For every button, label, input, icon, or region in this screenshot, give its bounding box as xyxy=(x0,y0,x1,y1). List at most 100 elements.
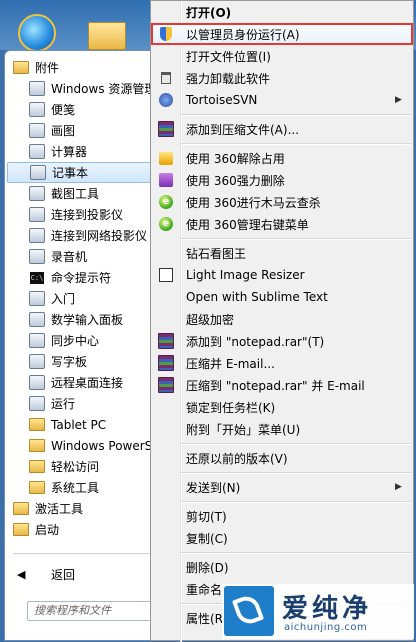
context-menu-item[interactable]: 附到「开始」菜单(U) xyxy=(151,418,413,440)
menu-item-icon-slot xyxy=(158,610,174,626)
context-menu-item[interactable]: 添加到压缩文件(A)... xyxy=(151,118,413,140)
context-menu-item[interactable]: e 使用 360进行木马云查杀 xyxy=(151,191,413,213)
context-menu-item[interactable]: 删除(D) xyxy=(151,556,413,578)
program-item[interactable]: 运行 xyxy=(5,393,153,414)
program-item-label: 入门 xyxy=(51,292,76,306)
program-item[interactable]: 写字板 xyxy=(5,351,153,372)
antivirus-360-icon: e xyxy=(158,194,174,210)
start-menu-divider xyxy=(13,553,151,554)
context-menu-item-label: 使用 360解除占用 xyxy=(186,151,285,166)
watermark-url: aichunjing.com xyxy=(284,622,368,633)
back-arrow-icon: ◀ xyxy=(17,567,26,581)
program-item[interactable]: 同步中心 xyxy=(5,330,153,351)
context-menu-item[interactable]: Light Image Resizer xyxy=(151,264,413,286)
context-menu-item-label: 使用 360管理右键菜单 xyxy=(186,217,309,232)
context-menu-item-label: 添加到压缩文件(A)... xyxy=(186,122,300,137)
context-menu-item[interactable]: TortoiseSVN ▶ xyxy=(151,89,413,111)
program-item[interactable]: 画图 xyxy=(5,120,153,141)
context-menu-item-label: 附到「开始」菜单(U) xyxy=(186,422,301,437)
program-item[interactable]: Tablet PC xyxy=(5,414,153,435)
context-menu-item[interactable]: 发送到(N) ▶ xyxy=(151,476,413,498)
context-menu-item[interactable]: 压缩并 E-mail... xyxy=(151,352,413,374)
winrar-icon xyxy=(158,355,174,371)
program-item[interactable]: 录音机 xyxy=(5,246,153,267)
context-menu-item[interactable]: 使用 360解除占用 xyxy=(151,147,413,169)
explorer-icon xyxy=(29,81,45,97)
context-menu-item[interactable]: 强力卸载此软件 xyxy=(151,67,413,89)
context-menu-item[interactable]: 还原以前的版本(V) xyxy=(151,447,413,469)
context-menu-item[interactable]: 复制(C) xyxy=(151,527,413,549)
program-item[interactable]: 启动 xyxy=(5,519,153,540)
submenu-arrow-icon: ▶ xyxy=(395,95,402,105)
search-input[interactable]: 搜索程序和文件 xyxy=(27,601,153,621)
context-menu: 打开(O) 以管理员身份运行(A) 打开文件位置(I) 强力卸载此软件 Tortoise… xyxy=(150,0,414,642)
internet-explorer-icon[interactable] xyxy=(18,14,56,52)
program-item[interactable]: 连接到网络投影仪 xyxy=(5,225,153,246)
program-item-label: 远程桌面连接 xyxy=(51,376,124,390)
context-menu-item-label: 剪切(T) xyxy=(186,509,227,524)
program-item[interactable]: 激活工具 xyxy=(5,498,153,519)
context-menu-item[interactable]: 添加到 "notepad.rar"(T) xyxy=(151,330,413,352)
program-item[interactable]: 数学输入面板 xyxy=(5,309,153,330)
folder-icon xyxy=(29,438,45,454)
folder-icon xyxy=(13,501,29,517)
program-item[interactable]: 入门 xyxy=(5,288,153,309)
context-menu-item[interactable]: 打开(O) xyxy=(151,1,413,23)
folder-icon[interactable] xyxy=(88,22,126,50)
program-item-label: 同步中心 xyxy=(51,334,100,348)
program-item[interactable]: 截图工具 xyxy=(5,183,153,204)
program-item-label: 记事本 xyxy=(52,166,89,180)
context-menu-list: 打开(O) 以管理员身份运行(A) 打开文件位置(I) 强力卸载此软件 Tortoise… xyxy=(151,1,413,629)
context-menu-item[interactable]: 剪切(T) xyxy=(151,505,413,527)
program-item[interactable]: 附件 xyxy=(5,57,153,78)
tortoisesvn-icon xyxy=(158,92,174,108)
context-menu-item[interactable]: e 使用 360管理右键菜单 xyxy=(151,213,413,235)
context-menu-item[interactable]: 超级加密 xyxy=(151,308,413,330)
program-item-label: 轻松访问 xyxy=(51,460,100,474)
menu-item-icon-slot xyxy=(158,289,174,305)
program-item[interactable]: Windows 资源管理器 xyxy=(5,78,153,99)
context-menu-item-label: 还原以前的版本(V) xyxy=(186,451,288,466)
sync-center-icon xyxy=(29,333,45,349)
context-menu-item[interactable]: 压缩到 "notepad.rar" 并 E-mail xyxy=(151,374,413,396)
context-menu-item[interactable]: 锁定到任务栏(K) xyxy=(151,396,413,418)
context-menu-item[interactable]: 使用 360强力删除 xyxy=(151,169,413,191)
context-menu-item-label: 使用 360进行木马云查杀 xyxy=(186,195,321,210)
context-menu-item-label: 删除(D) xyxy=(186,560,229,575)
program-item[interactable]: 连接到投影仪 xyxy=(5,204,153,225)
context-menu-item-label: 压缩到 "notepad.rar" 并 E-mail xyxy=(186,378,365,393)
menu-item-icon-slot xyxy=(158,479,174,495)
program-item[interactable]: 便笺 xyxy=(5,99,153,120)
context-menu-item[interactable]: 打开文件位置(I) xyxy=(151,45,413,67)
menu-item-icon-slot xyxy=(158,421,174,437)
context-menu-item[interactable]: 钻石看图王 xyxy=(151,242,413,264)
menu-item-icon-slot xyxy=(158,245,174,261)
menu-item-icon-slot xyxy=(158,399,174,415)
context-menu-item[interactable]: 以管理员身份运行(A) xyxy=(151,23,413,45)
back-button[interactable]: ◀ 返回 xyxy=(5,563,153,585)
sticky-notes-icon xyxy=(29,102,45,118)
program-item[interactable]: Windows PowerS xyxy=(5,435,153,456)
watermark: 爱纯净 aichunjing.com xyxy=(222,584,414,639)
math-input-icon xyxy=(29,312,45,328)
menu-item-icon-slot xyxy=(158,450,174,466)
menu-item-icon-slot xyxy=(158,311,174,327)
menu-separator xyxy=(151,235,413,242)
menu-separator xyxy=(151,469,413,476)
context-menu-item-label: 压缩并 E-mail... xyxy=(186,356,275,371)
context-menu-item-label: Open with Sublime Text xyxy=(186,290,328,304)
program-item-label: 连接到网络投影仪 xyxy=(51,229,148,243)
menu-item-icon-slot xyxy=(158,508,174,524)
folder-icon xyxy=(29,480,45,496)
program-item[interactable]: 计算器 xyxy=(5,141,153,162)
unlock-360-icon xyxy=(158,150,174,166)
program-list: 附件 Windows 资源管理器便笺画图计算器记事本截图工具连接到投影仪连接到网络… xyxy=(5,57,153,540)
program-item[interactable]: 记事本 xyxy=(7,162,153,183)
program-item[interactable]: 系统工具 xyxy=(5,477,153,498)
program-item[interactable]: C:\ 命令提示符 xyxy=(5,267,153,288)
folder-icon xyxy=(29,417,45,433)
menu-item-icon-slot xyxy=(158,530,174,546)
program-item[interactable]: 轻松访问 xyxy=(5,456,153,477)
program-item[interactable]: 远程桌面连接 xyxy=(5,372,153,393)
context-menu-item[interactable]: Open with Sublime Text xyxy=(151,286,413,308)
